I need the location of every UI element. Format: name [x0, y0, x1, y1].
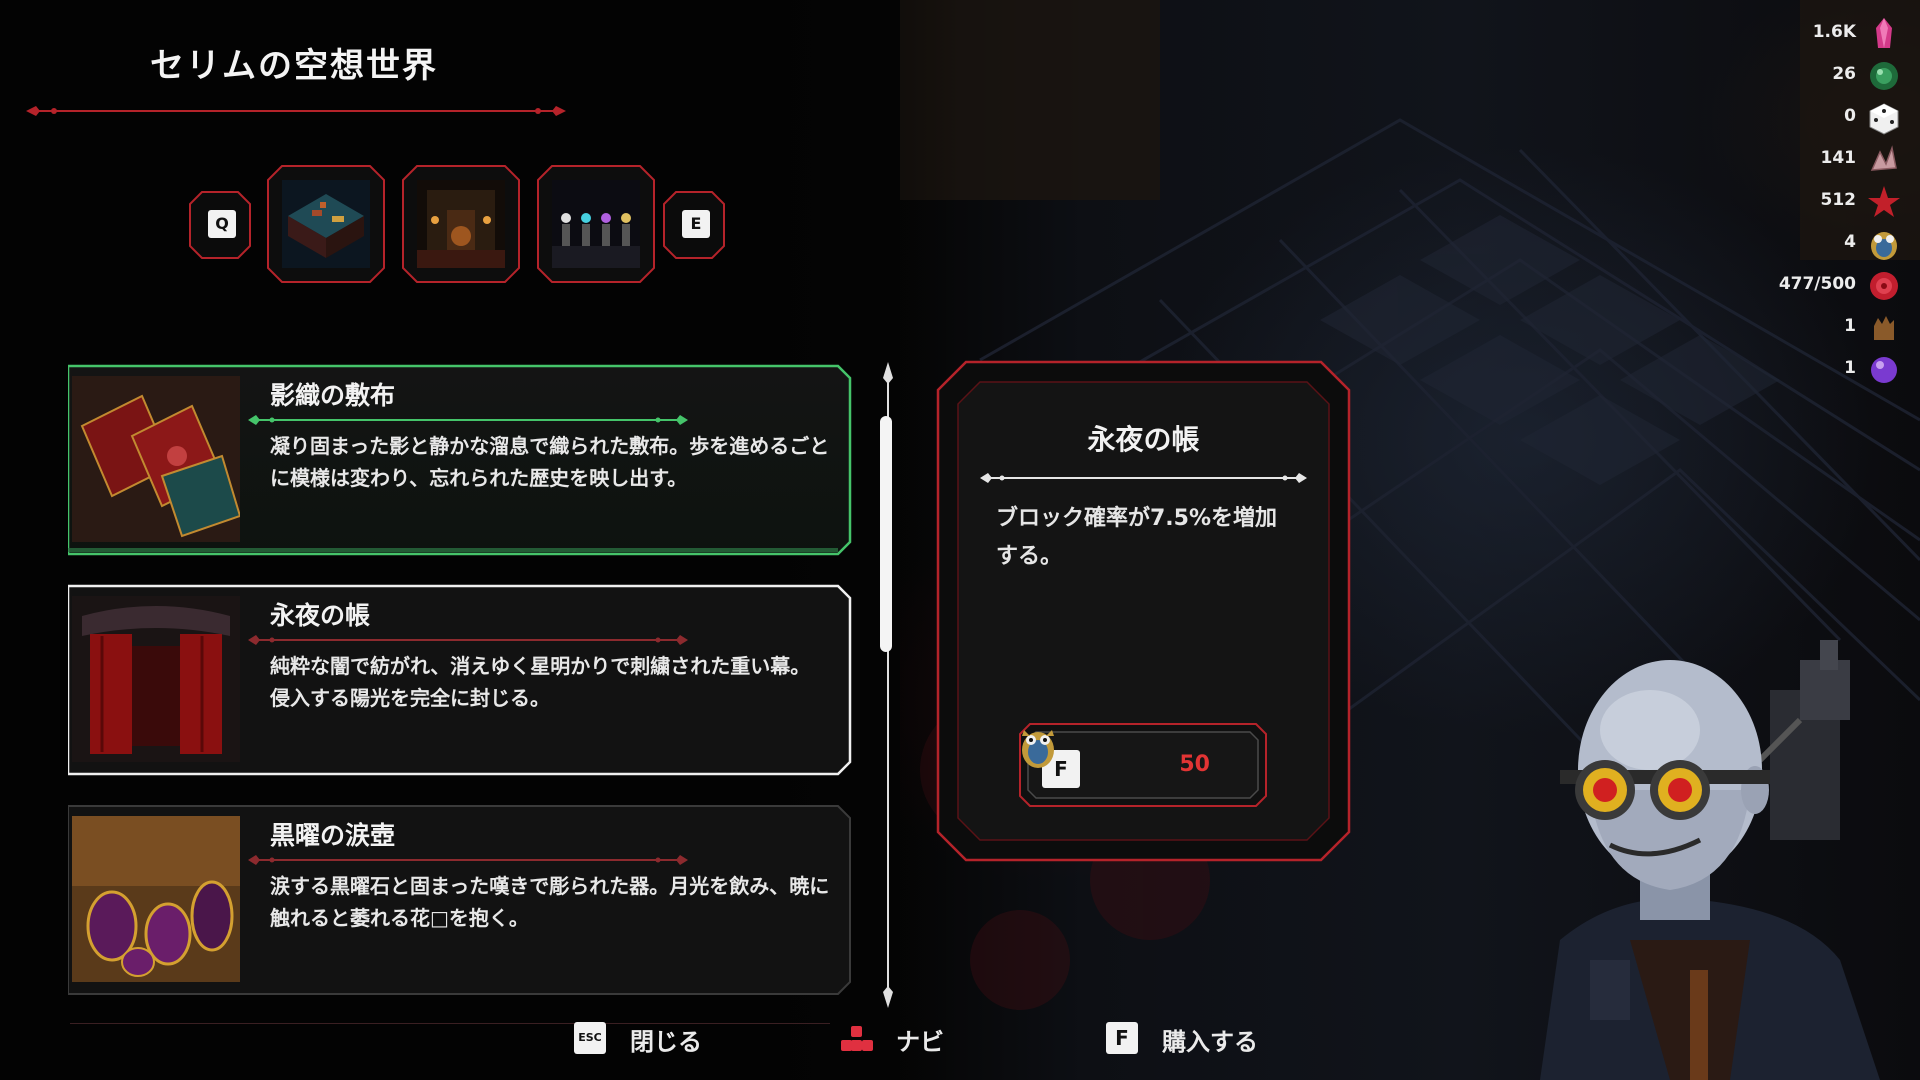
item-description: 涙する黒曜石と固まった嘆きで彫られた器。月光を飲み、暁に触れると萎れる花□を抱く…	[270, 874, 830, 930]
item-name: 影織の敷布	[270, 381, 396, 410]
page-title: セリムの空想世界	[150, 46, 438, 86]
category-tab-isometric-room[interactable]	[266, 164, 386, 284]
resource-row: 512	[1728, 182, 1908, 222]
resource-row: 1	[1728, 308, 1908, 348]
isometric-room-thumbnail	[282, 180, 370, 268]
resource-value: 4	[1844, 232, 1856, 252]
resource-value: 1	[1844, 316, 1856, 336]
purchase-button[interactable]: F 50	[1018, 722, 1268, 808]
buy-label: 購入する	[1162, 1028, 1258, 1056]
category-tab-candle-chamber[interactable]	[401, 164, 521, 284]
item-name: 黒曜の涙壺	[270, 821, 396, 850]
list-scrollbar-thumb[interactable]	[880, 416, 892, 652]
brown-hand-icon	[1874, 316, 1894, 340]
title-divider	[26, 106, 566, 116]
shop-item-card[interactable]: 影織の敷布 凝り固まった影と静かな溜息で織られた敷布。歩を進めるごとに模様は変わ…	[68, 362, 853, 556]
pink-crystal-icon	[1876, 18, 1892, 48]
candle-chamber-thumbnail	[417, 180, 505, 268]
resource-value: 1	[1844, 358, 1856, 378]
merchant-character-portrait	[1540, 640, 1880, 1080]
q-key-icon: Q	[208, 210, 236, 238]
crystal-pedestals-thumbnail	[552, 180, 640, 268]
red-rose-icon	[1870, 272, 1898, 300]
dice-icon	[1869, 103, 1899, 135]
shop-item-card[interactable]: 永夜の帳 純粋な闇で紡がれ、消えゆく星明かりで刺繍された重い幕。侵入する陽光を完…	[68, 582, 853, 776]
resource-value: 1.6K	[1812, 22, 1856, 42]
list-bottom-divider	[70, 1023, 830, 1024]
item-name-divider	[248, 635, 688, 645]
e-key-icon: E	[682, 210, 710, 238]
item-name-divider	[248, 415, 688, 425]
resource-value: 141	[1820, 148, 1857, 168]
resource-row: 477/500	[1728, 266, 1908, 306]
obsidian-tear-urn-image	[72, 816, 240, 982]
shadow-rug-image	[72, 376, 240, 542]
bone-shard-icon	[1870, 145, 1897, 171]
resource-value: 0	[1844, 106, 1856, 126]
resource-row: 26	[1728, 56, 1908, 96]
close-label: 閉じる	[630, 1028, 702, 1056]
detail-title: 永夜の帳	[1087, 423, 1200, 456]
resource-row: 4	[1728, 224, 1908, 264]
item-description: 凝り固まった影と静かな溜息で織られた敷布。歩を進めるごとに模様は変わり、忘れられ…	[270, 434, 830, 490]
shop-item-card[interactable]: 黒曜の涙壺 涙する黒曜石と固まった嘆きで彫られた器。月光を飲み、暁に触れると萎れ…	[68, 802, 853, 995]
prev-category-button[interactable]: Q	[188, 190, 252, 260]
f-key-icon: F	[1106, 1022, 1138, 1054]
eternal-night-curtain-image	[72, 596, 240, 762]
navi-label: ナビ	[896, 1028, 944, 1056]
item-name-divider	[248, 855, 688, 865]
resource-row: 141	[1728, 140, 1908, 180]
resource-row: 0	[1728, 98, 1908, 138]
purple-sphere-icon	[1871, 357, 1897, 383]
green-orb-icon	[1870, 62, 1898, 90]
detail-title-divider	[980, 473, 1307, 483]
item-name: 永夜の帳	[270, 601, 371, 630]
owl-token-icon	[1022, 730, 1054, 768]
item-description: 純粋な闇で紡がれ、消えゆく星明かりで刺繍された重い幕。侵入する陽光を完全に封じる…	[270, 654, 811, 710]
resource-row: 1	[1728, 350, 1908, 390]
red-star-icon	[1868, 186, 1900, 217]
item-detail-panel: 永夜の帳 ブロック確率が7.5%を増加する。 F 50	[936, 360, 1351, 862]
resource-value: 477/500	[1778, 274, 1856, 294]
price-value: 50	[1179, 752, 1210, 777]
esc-key-icon: ESC	[574, 1022, 606, 1054]
resource-row: 1.6K	[1728, 14, 1908, 54]
owl-token-icon	[1871, 232, 1897, 260]
resource-value: 26	[1832, 64, 1856, 84]
detail-description: ブロック確率が7.5%を増加する。	[996, 506, 1278, 569]
gamepad-buttons-icon	[841, 1026, 873, 1051]
category-tab-crystal-pedestals[interactable]	[536, 164, 656, 284]
resource-value: 512	[1820, 190, 1857, 210]
next-category-button[interactable]: E	[662, 190, 726, 260]
